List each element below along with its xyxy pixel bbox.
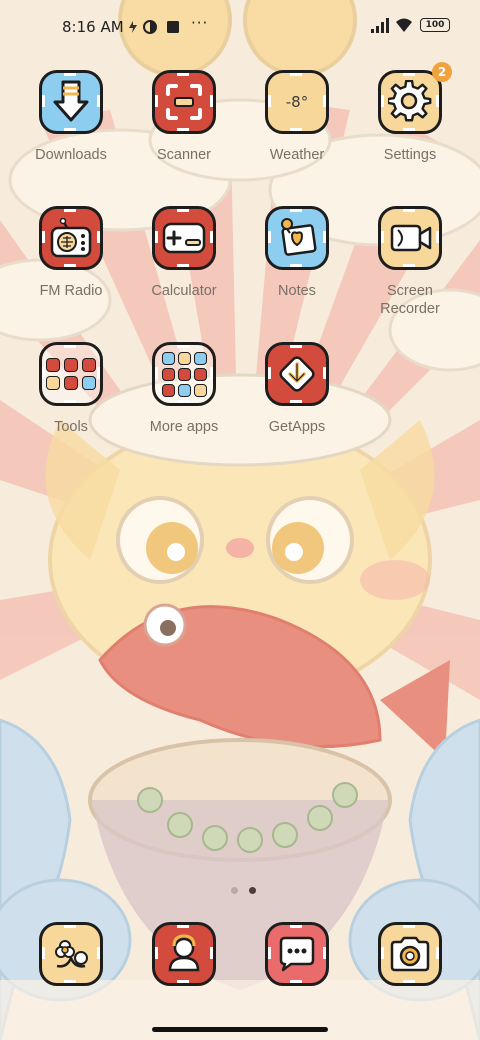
notification-square-icon <box>166 19 180 38</box>
app-label-tools: Tools <box>54 419 88 435</box>
getapps-icon <box>279 356 315 392</box>
video-camera-icon <box>390 224 432 252</box>
page-dot-1[interactable] <box>231 887 238 894</box>
dock-contacts[interactable] <box>134 922 234 992</box>
app-weather[interactable]: -8° Weather <box>247 70 347 190</box>
settings-tile[interactable] <box>378 70 442 134</box>
battery-indicator: 100 <box>420 18 450 32</box>
gear-icon <box>388 80 432 122</box>
tools-folder-tile[interactable] <box>39 342 103 406</box>
app-label-scanner: Scanner <box>156 147 211 163</box>
app-settings[interactable]: 2 Settings <box>360 62 460 190</box>
dock-messages[interactable] <box>247 922 347 992</box>
home-gesture-bar[interactable] <box>152 1027 328 1032</box>
scanner-tile[interactable] <box>152 70 216 134</box>
page-dot-2[interactable] <box>249 887 257 894</box>
app-label-notes: Notes <box>278 283 316 299</box>
flower-icon <box>55 940 88 968</box>
signal-icon <box>370 18 390 38</box>
app-getapps[interactable]: GetApps <box>247 342 347 462</box>
folder-icon <box>161 351 207 397</box>
status-time: 8:16 AM <box>62 18 124 36</box>
download-arrow-icon <box>53 80 89 122</box>
weather-tile[interactable]: -8° <box>265 70 329 134</box>
page-indicator[interactable] <box>228 879 259 898</box>
dock-gallery[interactable] <box>21 922 121 992</box>
app-label-calculator: Calculator <box>151 283 217 299</box>
half-circle-icon <box>143 19 157 38</box>
messages-tile[interactable] <box>265 922 329 986</box>
battery-level: 100 <box>425 20 445 30</box>
contact-icon <box>168 934 200 972</box>
contacts-tile[interactable] <box>152 922 216 986</box>
settings-badge: 2 <box>432 62 452 82</box>
camera-icon <box>390 936 430 972</box>
data-saver-icon <box>127 19 139 38</box>
app-folder-more-apps[interactable]: More apps <box>134 342 234 462</box>
app-label-weather: Weather <box>269 147 325 163</box>
app-label-fm-radio: FM Radio <box>39 283 103 299</box>
getapps-tile[interactable] <box>265 342 329 406</box>
screen-recorder-tile[interactable] <box>378 206 442 270</box>
more-notifications-icon: ··· <box>191 14 209 32</box>
more-apps-folder-tile[interactable] <box>152 342 216 406</box>
chat-bubble-icon <box>279 936 315 972</box>
calculator-icon <box>162 222 206 254</box>
app-downloads[interactable]: Downloads <box>21 70 121 190</box>
app-folder-tools[interactable]: Tools <box>21 342 121 462</box>
downloads-tile[interactable] <box>39 70 103 134</box>
notes-icon <box>281 218 317 256</box>
weather-temp: -8° <box>285 93 309 111</box>
gallery-tile[interactable] <box>39 922 103 986</box>
fm-radio-tile[interactable] <box>39 206 103 270</box>
app-fm-radio[interactable]: FM Radio <box>21 206 121 326</box>
folder-icon <box>46 358 96 390</box>
app-label-getapps: GetApps <box>268 419 326 435</box>
app-screen-recorder[interactable]: Screen Recorder <box>360 206 460 326</box>
app-label-screen-recorder: Screen Recorder <box>380 283 440 317</box>
status-bar: 8:16 AM ··· 100 <box>0 0 480 56</box>
app-notes[interactable]: Notes <box>247 206 347 326</box>
notes-tile[interactable] <box>265 206 329 270</box>
calculator-tile[interactable] <box>152 206 216 270</box>
app-label-downloads: Downloads <box>35 147 107 163</box>
dock-camera[interactable] <box>360 922 460 992</box>
app-label-settings: Settings <box>383 147 437 163</box>
app-label-more-apps: More apps <box>149 419 219 435</box>
app-scanner[interactable]: Scanner <box>134 70 234 190</box>
camera-tile[interactable] <box>378 922 442 986</box>
app-calculator[interactable]: Calculator <box>134 206 234 326</box>
wifi-icon <box>394 17 414 37</box>
radio-icon <box>50 218 92 258</box>
scanner-icon <box>166 84 202 120</box>
